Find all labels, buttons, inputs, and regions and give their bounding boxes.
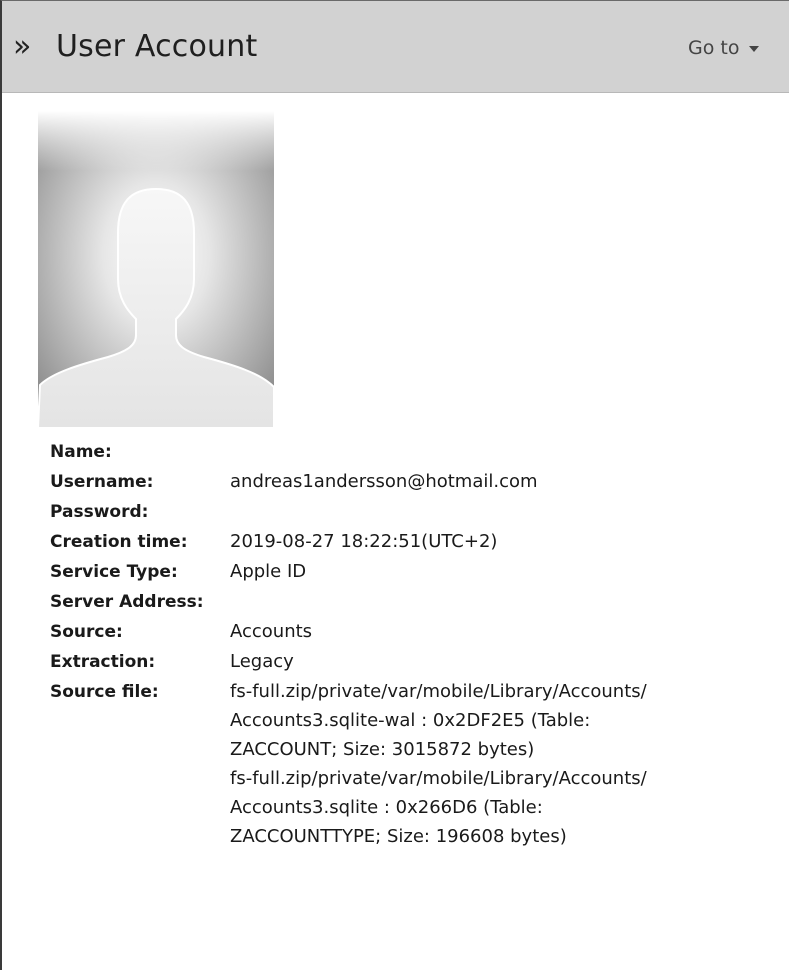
field-row-server-address: Server Address: (50, 587, 780, 617)
goto-label: Go to (688, 37, 740, 59)
username-value: andreas1andersson@hotmail.com (230, 471, 538, 492)
goto-dropdown[interactable]: Go to (688, 33, 760, 63)
source-file-label: Source file: (50, 682, 159, 702)
account-details: Name: Username: andreas1andersson@hotmai… (50, 437, 780, 851)
field-row-name: Name: (50, 437, 780, 467)
extraction-label: Extraction: (50, 652, 156, 672)
password-label: Password: (50, 502, 149, 522)
service-type-value: Apple ID (230, 561, 307, 582)
source-file-values: fs-full.zip/private/var/mobile/Library/A… (230, 677, 647, 851)
source-file-line: fs-full.zip/private/var/mobile/Library/A… (230, 681, 647, 702)
field-row-username: Username: andreas1andersson@hotmail.com (50, 467, 780, 497)
service-type-label: Service Type: (50, 562, 178, 582)
source-label: Source: (50, 622, 123, 642)
caret-down-icon (749, 46, 760, 52)
username-label: Username: (50, 472, 154, 492)
field-row-extraction: Extraction: Legacy (50, 647, 780, 677)
source-file-line: ZACCOUNT; Size: 3015872 bytes) (230, 739, 535, 760)
creation-time-value: 2019-08-27 18:22:51(UTC+2) (230, 531, 498, 552)
name-label: Name: (50, 442, 112, 462)
source-file-line: fs-full.zip/private/var/mobile/Library/A… (230, 768, 647, 789)
source-file-line: ZACCOUNTTYPE; Size: 196608 bytes) (230, 826, 567, 847)
field-row-password: Password: (50, 497, 780, 527)
source-value: Accounts (230, 621, 313, 642)
source-file-line: Accounts3.sqlite-wal : 0x2DF2E5 (Table: (230, 710, 591, 731)
creation-time-label: Creation time: (50, 532, 188, 552)
server-address-label: Server Address: (50, 592, 204, 612)
source-file-line: Accounts3.sqlite : 0x266D6 (Table: (230, 797, 543, 818)
panel-header: » User Account Go to (2, 1, 789, 93)
extraction-value: Legacy (230, 651, 294, 672)
field-row-service-type: Service Type: Apple ID (50, 557, 780, 587)
field-row-source-file: Source file: fs-full.zip/private/var/mob… (50, 677, 780, 851)
collapse-chevron-icon[interactable]: » (13, 29, 31, 65)
field-row-creation-time: Creation time: 2019-08-27 18:22:51(UTC+2… (50, 527, 780, 557)
page-title: User Account (56, 29, 258, 64)
user-silhouette-icon (38, 111, 274, 428)
user-account-panel: » User Account Go to Name: Username: and… (0, 0, 789, 970)
field-row-source: Source: Accounts (50, 617, 780, 647)
